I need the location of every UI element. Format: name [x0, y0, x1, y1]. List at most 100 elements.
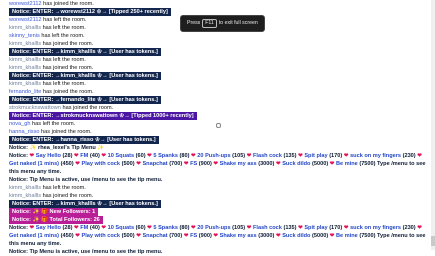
- menu-item: 5 Spanks: [153, 153, 178, 159]
- chat-messages-mid: kimm_khallls has left the room. kimm_khal…: [9, 184, 429, 208]
- event-text: has left the room.: [41, 25, 86, 31]
- menu-item: suck on my fingers: [350, 225, 402, 231]
- menu-item: FM: [80, 225, 89, 231]
- room-event-message: kimm_khallls has left the room.: [9, 184, 429, 192]
- tip-menu-notice-repeat: Notice: ❤ Say Hello (28) ❤ FM (40) ❤ 10 …: [9, 225, 426, 247]
- heart-icon: ❤: [417, 153, 422, 159]
- mouse-cursor: [216, 123, 221, 128]
- heart-icon: ❤: [29, 225, 35, 231]
- menu-item: 20 Push-ups: [197, 153, 231, 159]
- heart-icon: ❤: [147, 153, 152, 159]
- heart-icon: ❤: [417, 225, 422, 231]
- username-link[interactable]: kimm_khallls: [9, 65, 41, 71]
- room-event-message: fernando_lite has joined the room.: [9, 88, 429, 96]
- username-link[interactable]: strokmucknswattown: [9, 105, 61, 111]
- tip-menu-active-notice: Notice: Tip Menu is active, use /menu to…: [9, 177, 163, 183]
- event-text: has joined the room.: [41, 41, 94, 47]
- heart-icon: ❤: [75, 233, 80, 239]
- enter-notice-bar: Notice: ENTER: →worewst2112 ♔→ [Tipped 2…: [9, 8, 171, 16]
- menu-item: Snapchat: [142, 233, 168, 239]
- menu-item: Say Hello: [35, 225, 61, 231]
- event-text: has left the room.: [41, 185, 86, 191]
- heart-icon: ❤: [183, 161, 189, 167]
- tip-menu-active-notice-repeat: Notice: Tip Menu is active, use /menu to…: [9, 249, 163, 255]
- menu-item: Flash cock: [252, 225, 282, 231]
- event-text: has joined the room.: [41, 193, 94, 199]
- menu-item: Say Hello: [35, 153, 61, 159]
- menu-item: Shake my ass: [219, 161, 257, 167]
- heart-icon: ❤: [183, 233, 189, 239]
- enter-notice-bar: Notice: ENTER: →kimm_khallls ♔→ [User ha…: [9, 72, 161, 80]
- f11-key: F11: [202, 19, 217, 28]
- menu-item: Play with cock: [81, 161, 121, 167]
- username-link[interactable]: worewst2112: [9, 1, 42, 7]
- heart-icon: ❤: [74, 225, 79, 231]
- menu-item: Suck dildo: [282, 161, 311, 167]
- event-text: has joined the room.: [41, 1, 94, 7]
- event-text: has joined the room.: [41, 65, 94, 71]
- event-text: has joined the room.: [60, 105, 114, 111]
- menu-item: Get naked (1 mins): [9, 161, 60, 167]
- new-followers-badge: Notice: ✨ 🎁 New Followers: 1: [9, 208, 99, 216]
- username-link[interactable]: hanna_risso: [9, 129, 39, 135]
- heart-icon: ❤: [136, 161, 141, 167]
- event-text: has left the room.: [41, 17, 87, 23]
- enter-notice-bar: Notice: ENTER: →hanna_risso ♔→ [User has…: [9, 136, 159, 144]
- enter-notice-bar: Notice: ENTER: →kimm_khallls ♔→ [User ha…: [9, 200, 161, 208]
- enter-notice: Notice: ENTER: →kimm_khallls ♔→ [User ha…: [9, 200, 429, 208]
- followers-notice: Notice: ✨ 🎁 New Followers: 1 Notice: ✨ 🎁…: [9, 208, 429, 224]
- heart-icon: ❤: [298, 225, 303, 231]
- chat-scrollbar[interactable]: [431, 0, 435, 250]
- chat-scrollbar-thumb[interactable]: [431, 236, 435, 246]
- heart-icon: ❤: [298, 153, 303, 159]
- menu-item: Spit play: [304, 153, 328, 159]
- username-link[interactable]: kimm_khallls: [9, 25, 41, 31]
- room-event-message: kimm_khallls has left the room.: [9, 56, 429, 64]
- menu-item: Be mine: [336, 161, 358, 167]
- menu-item: FS: [190, 233, 198, 239]
- heart-icon: ❤: [101, 153, 107, 159]
- heart-icon: ❤: [246, 225, 252, 231]
- username-link[interactable]: kimm_khallls: [9, 185, 41, 191]
- enter-notice: Notice: ENTER: →fernando_lite ♔→ [User h…: [9, 96, 429, 104]
- menu-item: Suck dildo: [282, 233, 311, 239]
- toast-suffix-text: to exit full screen: [218, 20, 258, 26]
- heart-icon: ❤: [136, 233, 141, 239]
- heart-icon: ❤: [74, 153, 79, 159]
- menu-item: Shake my ass: [219, 233, 257, 239]
- heart-icon: ❤: [191, 153, 196, 159]
- enter-notice: Notice: ENTER: →hanna_risso ♔→ [User has…: [9, 136, 429, 144]
- tip-menu-title: Notice: ✨ rhea_lexel's Tip Menu ✨: [9, 145, 105, 151]
- toast-press-text: Press: [187, 20, 201, 26]
- room-event-message: worewst2112 has joined the room.: [9, 0, 429, 8]
- heart-icon: ❤: [329, 233, 335, 239]
- event-text: has joined the room.: [39, 129, 92, 135]
- username-link[interactable]: worewst2112: [9, 17, 42, 23]
- room-event-message: kimm_khallls has joined the room.: [9, 40, 429, 48]
- enter-notice: Notice: ENTER: →kimm_khallls ♔→ [User ha…: [9, 72, 429, 80]
- username-link[interactable]: fernando_lite: [9, 89, 41, 95]
- menu-item: suck on my fingers: [350, 153, 402, 159]
- event-text: has left the room.: [41, 81, 86, 87]
- enter-notice: Notice: ENTER: →kimm_khallls ♔→ [User ha…: [9, 48, 429, 56]
- enter-notice-bar: Notice: ENTER: →strokmucknswattown ♔→ [T…: [9, 112, 197, 120]
- username-link[interactable]: kimm_khallls: [9, 193, 41, 199]
- room-event-message: strokmucknswattown has joined the room.: [9, 104, 429, 112]
- enter-notice: Notice: ENTER: →strokmucknswattown ♔→ [T…: [9, 112, 429, 120]
- event-text: has joined the room.: [41, 89, 94, 95]
- menu-item: 20 Push-ups: [197, 225, 231, 231]
- menu-item: 10 Squats: [107, 153, 135, 159]
- heart-icon: ❤: [343, 225, 349, 231]
- username-link[interactable]: kimm_khallls: [9, 41, 41, 47]
- username-link[interactable]: kimm_khallls: [9, 81, 41, 87]
- menu-item: 10 Squats: [107, 225, 135, 231]
- heart-icon: ❤: [101, 225, 107, 231]
- event-text: has left the room.: [41, 57, 86, 63]
- menu-item: 5 Spanks: [153, 225, 178, 231]
- username-link[interactable]: skinny_tenis: [9, 33, 40, 39]
- menu-item: Flash cock: [252, 153, 282, 159]
- username-link[interactable]: kimm_khallls: [9, 57, 41, 63]
- room-event-message: kimm_khallls has joined the room.: [9, 192, 429, 200]
- menu-item: FM: [80, 153, 89, 159]
- username-link[interactable]: nova_gh: [9, 121, 30, 127]
